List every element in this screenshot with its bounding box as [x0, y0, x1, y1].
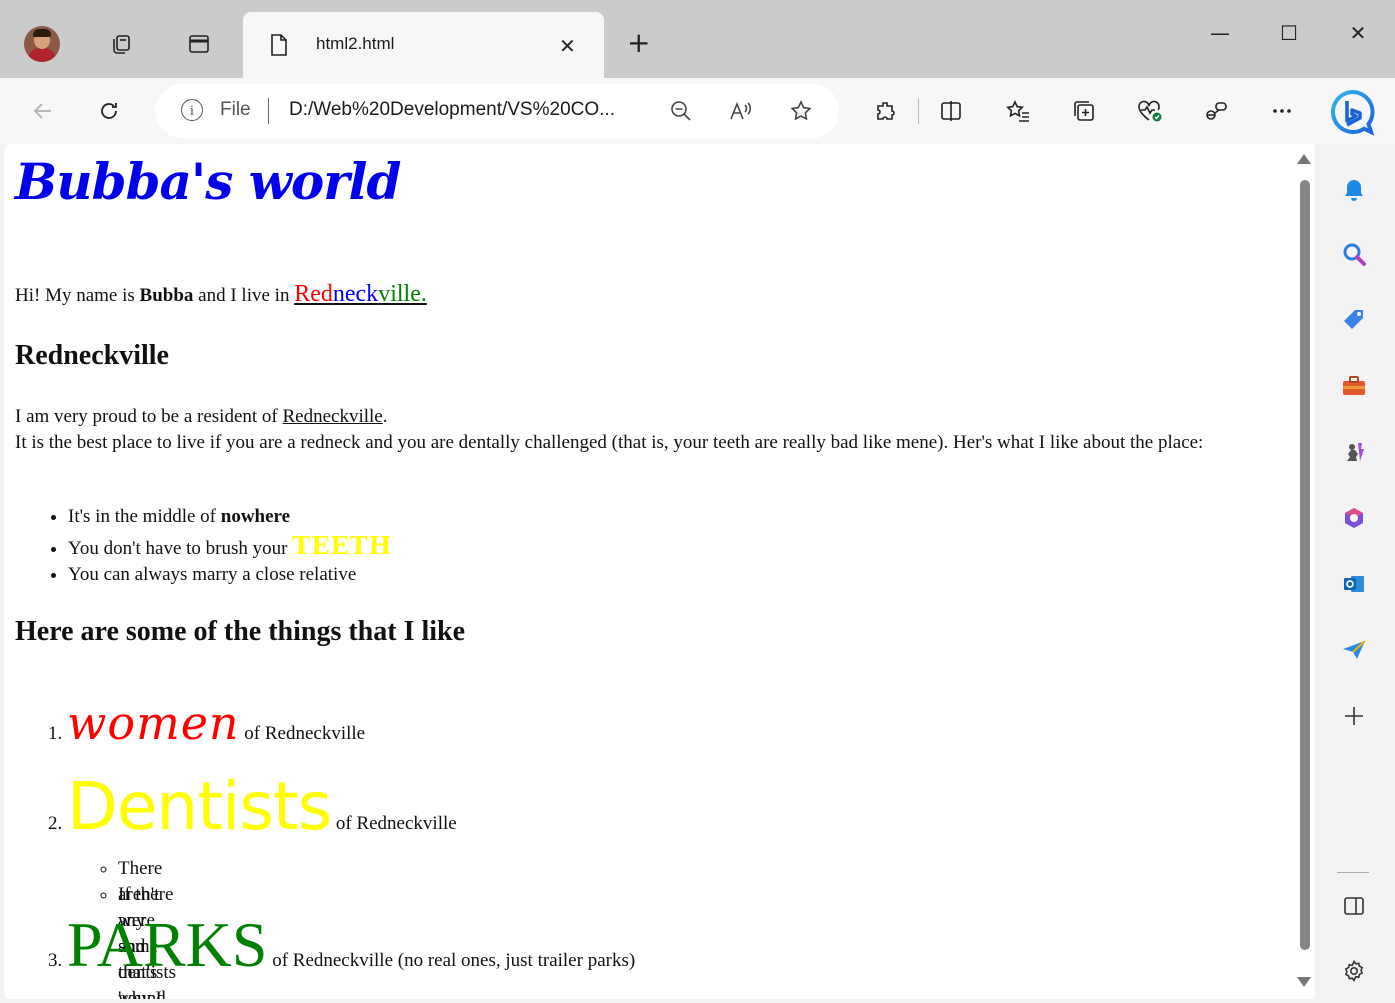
likes-bullet-list: It's in the middle of nowhere You don't … [15, 502, 392, 589]
divider [268, 98, 269, 124]
item-rest: of Redneckville [331, 813, 457, 834]
workspaces-icon[interactable] [101, 24, 141, 64]
dentists-sub-list: There aren't any and that's why I like t… [100, 856, 176, 999]
link-part-ville: ville. [378, 281, 427, 307]
microsoft365-icon[interactable] [1337, 501, 1371, 535]
item-rest: of Redneckville (no real ones, just trai… [267, 950, 636, 971]
section-heading-redneckville: Redneckville [15, 340, 169, 371]
page-heading: Bubba's world [15, 152, 401, 211]
active-tab[interactable]: html2.html ✕ [243, 12, 604, 78]
item-number: 3. [48, 950, 63, 971]
list-item-text: You don't have to brush your [68, 538, 293, 559]
copilot-icon[interactable] [1200, 96, 1232, 126]
page-viewport[interactable]: Bubba's world Hi! My name is Bubba and I… [4, 144, 1315, 999]
profile-avatar[interactable] [24, 26, 60, 62]
women-word: women [67, 696, 240, 750]
toolbar: i File D:/Web%20Development/VS%20CO... [0, 78, 1395, 144]
close-window-button[interactable]: ✕ [1343, 18, 1373, 48]
scroll-down-arrow[interactable] [1297, 977, 1311, 987]
scheme-label: File [220, 99, 251, 120]
back-icon[interactable] [28, 96, 58, 126]
sidebar-toggle-icon[interactable] [1337, 889, 1371, 923]
list-item-bold: nowhere [220, 506, 291, 527]
scroll-up-arrow[interactable] [1297, 154, 1311, 164]
url-text[interactable]: D:/Web%20Development/VS%20CO... [289, 99, 615, 121]
ordered-item-1: 1. women of Redneckville [48, 696, 365, 750]
parks-word: PARKS [67, 909, 268, 980]
tools-icon[interactable] [1337, 369, 1371, 403]
intro-text: Hi! My name is [15, 285, 140, 306]
drop-icon[interactable] [1337, 633, 1371, 667]
teeth-word: TEETH [292, 531, 393, 560]
tab-close-icon[interactable]: ✕ [559, 34, 576, 58]
sidebar-divider [1337, 872, 1369, 873]
list-item: It's in the middle of nowhere [68, 502, 392, 531]
more-icon[interactable] [1266, 96, 1298, 126]
settings-icon[interactable] [1337, 954, 1371, 988]
browser-window: html2.html ✕ + — ☐ ✕ i File D:/Web%20Dev… [0, 0, 1395, 1003]
sub-list-item: If there were some dentists 'round here … [118, 882, 176, 999]
refresh-icon[interactable] [94, 96, 124, 126]
item-number: 2. [48, 813, 63, 834]
tab-actions-icon[interactable] [179, 24, 219, 64]
section-heading-things: Here are some of the things that I like [15, 616, 466, 647]
intro-name: Bubba [139, 285, 194, 306]
address-bar[interactable]: i File D:/Web%20Development/VS%20CO... [155, 84, 839, 138]
list-item-text: It's in the middle of [68, 506, 221, 527]
ordered-item-3: 3. PARKS of Redneckville (no real ones, … [48, 908, 635, 982]
ordered-item-2: 2. Dentists of Redneckville [48, 768, 457, 845]
outlook-icon[interactable] [1337, 567, 1371, 601]
sub-list-item: There aren't any and that's why I like t… [118, 856, 176, 999]
list-item: You don't have to brush your TEETH [68, 531, 392, 560]
extensions-icon[interactable] [870, 96, 902, 126]
item-number: 1. [48, 723, 63, 744]
favorite-star-icon[interactable] [787, 97, 815, 125]
intro-paragraph: Hi! My name is Bubba and I live in Redne… [15, 281, 427, 308]
zoom-out-icon[interactable] [667, 97, 695, 125]
scrollbar-thumb[interactable] [1300, 180, 1310, 950]
search-icon[interactable] [1337, 237, 1371, 271]
shopping-icon[interactable] [1337, 303, 1371, 337]
favorites-icon[interactable] [1002, 96, 1034, 126]
list-item-text: You can always marry a close relative [68, 564, 357, 585]
maximize-button[interactable]: ☐ [1274, 18, 1304, 48]
link-part-neck: neck [332, 281, 379, 307]
list-item: You can always marry a close relative [68, 560, 392, 589]
tab-title: html2.html [316, 34, 395, 53]
edge-sidebar [1315, 144, 1395, 1003]
toolbar-divider [918, 98, 919, 124]
split-screen-icon[interactable] [935, 96, 967, 126]
link-part-red: Red [294, 281, 333, 307]
about-text-3: It is the best place to live if you are … [15, 432, 1204, 453]
dentists-word: Dentists [67, 768, 332, 845]
redneckville-underlined: Redneckville [282, 406, 383, 427]
bing-icon[interactable] [1329, 88, 1377, 136]
intro-text-2: and I live in [193, 285, 295, 306]
file-icon [269, 33, 289, 61]
item-rest: of Redneckville [239, 723, 366, 744]
notifications-icon[interactable] [1337, 173, 1371, 207]
new-tab-button[interactable]: + [627, 26, 650, 60]
browser-essentials-icon[interactable] [1134, 96, 1166, 126]
minimize-button[interactable]: — [1205, 18, 1235, 48]
redneckville-link[interactable]: Redneckville. [294, 281, 427, 307]
about-text-2: . [382, 406, 388, 427]
info-icon[interactable]: i [181, 99, 203, 121]
tab-strip: html2.html ✕ + — ☐ ✕ [0, 0, 1395, 78]
add-icon[interactable] [1337, 699, 1371, 733]
about-text-1: I am very proud to be a resident of [15, 406, 283, 427]
games-icon[interactable] [1337, 435, 1371, 469]
about-paragraph: I am very proud to be a resident of Redn… [15, 404, 1290, 456]
read-aloud-icon[interactable] [727, 97, 755, 125]
collections-icon[interactable] [1068, 96, 1100, 126]
